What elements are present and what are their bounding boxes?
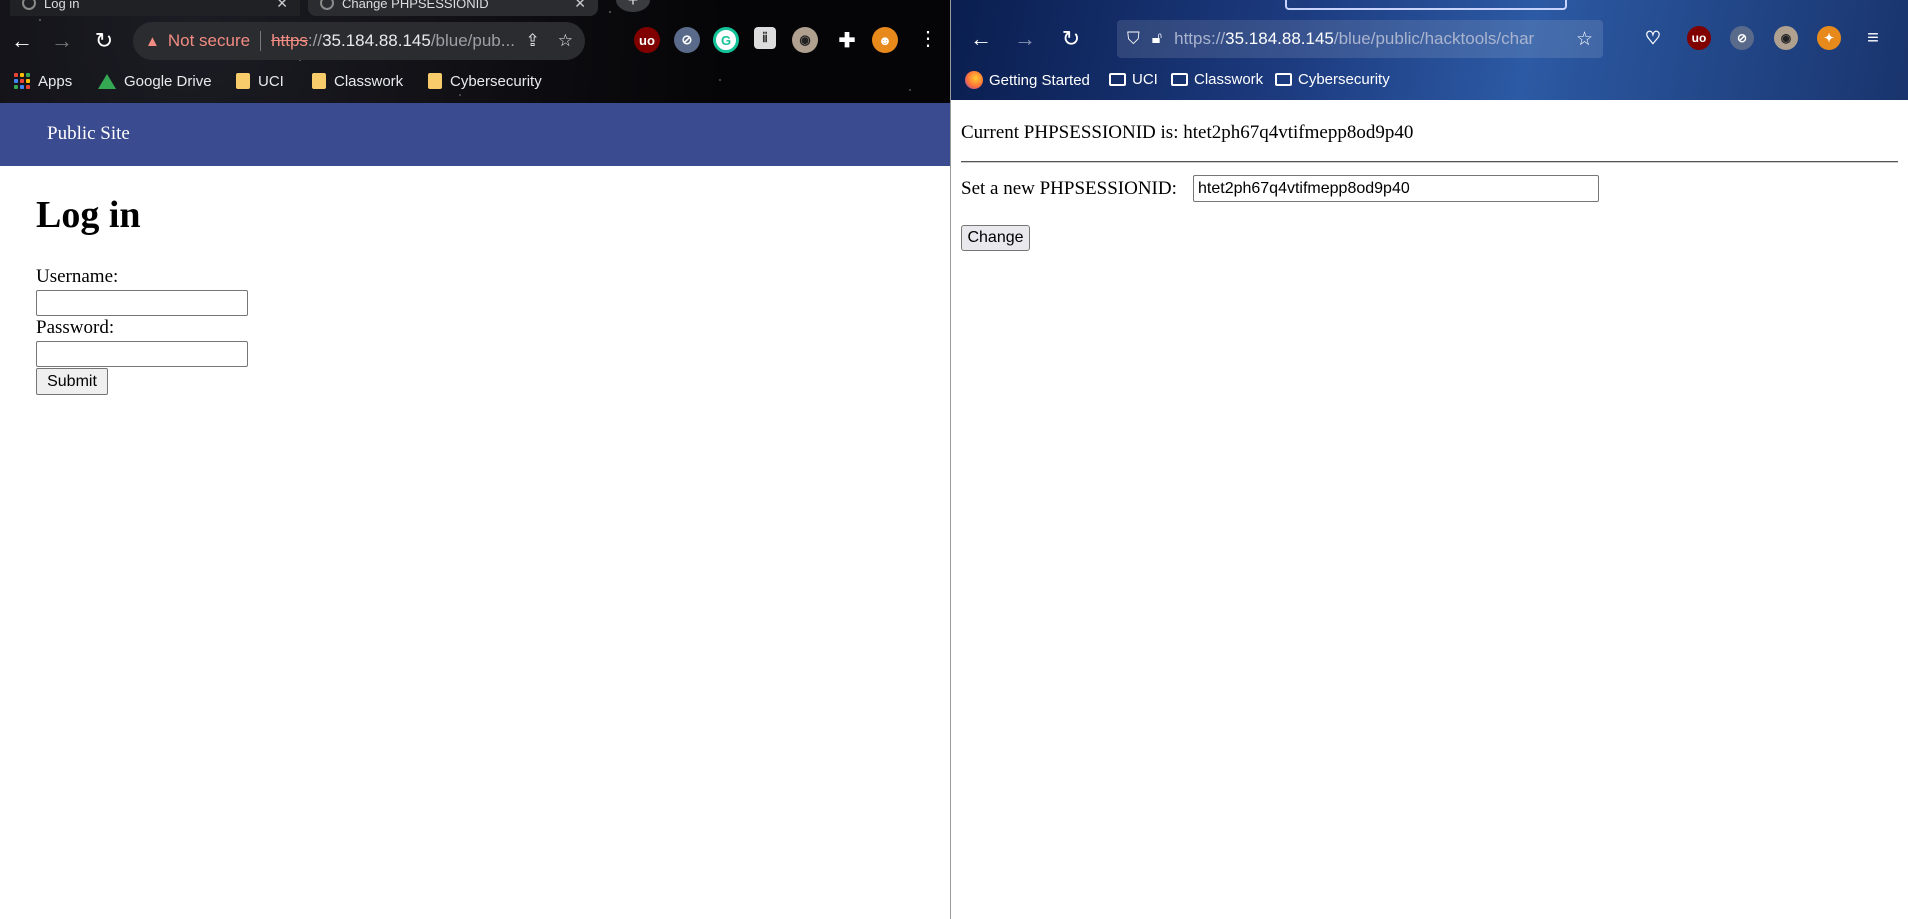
bookmark-label: Google Drive <box>124 72 212 90</box>
close-tab-icon[interactable]: ✕ <box>276 0 288 12</box>
folder-icon <box>1275 73 1292 86</box>
session-id-input[interactable] <box>1193 175 1599 202</box>
password-label: Password: <box>36 317 115 338</box>
pocket-icon[interactable]: ♡ <box>1641 26 1665 50</box>
current-session-label: Current PHPSESSIONID is: <box>961 122 1179 143</box>
bookmark-star-icon[interactable]: ☆ <box>1568 28 1593 51</box>
bookmark-classwork[interactable]: Classwork <box>312 68 403 94</box>
tracking-shield-icon[interactable]: ⛉ <box>1127 29 1140 49</box>
set-session-label: Set a new PHPSESSIONID: <box>961 178 1177 199</box>
privacy-icon[interactable]: ⊘ <box>674 27 700 53</box>
bookmark-uci[interactable]: UCI <box>236 68 284 94</box>
reload-icon[interactable]: ↻ <box>88 22 120 60</box>
site-name-link[interactable]: Public Site <box>47 123 130 145</box>
change-button[interactable]: Change <box>961 225 1030 251</box>
tab-icon[interactable]: ⅱ <box>754 27 776 49</box>
bookmark-label: Cybersecurity <box>450 72 542 90</box>
bookmark-cybersecurity[interactable]: Cybersecurity <box>428 68 542 94</box>
password-input[interactable] <box>36 341 248 367</box>
tab-favicon-icon <box>22 0 36 10</box>
url-protocol-rest: :// <box>307 31 323 50</box>
close-tab-icon[interactable]: ✕ <box>574 0 586 12</box>
back-arrow-icon[interactable]: ← <box>965 24 997 54</box>
forward-arrow-icon[interactable]: → <box>1009 24 1041 54</box>
url-protocol: https:// <box>1174 29 1226 48</box>
url-path: /blue/public/hacktools/char <box>1333 29 1535 48</box>
address-separator <box>260 31 262 51</box>
bookmark-label: Classwork <box>334 72 404 90</box>
bookmark-google-drive[interactable]: Google Drive <box>98 68 212 94</box>
warning-triangle-icon: ▲ <box>145 32 160 50</box>
chrome-window: Log in ✕ Change PHPSESSIONID ✕ + ← → ↻ ▲… <box>0 0 950 919</box>
tab-favicon-icon <box>320 0 334 10</box>
bookmark-getting-started[interactable]: Getting Started <box>965 71 1090 89</box>
bookmark-apps[interactable]: Apps <box>14 68 72 94</box>
bookmark-cybersecurity[interactable]: Cybersecurity <box>1275 71 1390 88</box>
active-tab-indicator[interactable] <box>1285 0 1567 10</box>
tab-change-phpsessionid[interactable]: Change PHPSESSIONID ✕ <box>308 0 598 16</box>
puzzle-icon[interactable]: ✚ <box>834 27 860 53</box>
bookmark-label: Cybersecurity <box>1298 71 1390 88</box>
ublock-icon[interactable]: uo <box>634 27 660 53</box>
bookmark-page-icon <box>236 73 250 89</box>
address-actions: ⇪ ☆ <box>526 31 574 51</box>
bookmark-label: UCI <box>1132 71 1158 88</box>
bookmark-page-icon <box>312 73 326 89</box>
firefox-toolbar: ← → ↻ ⛉ 🔓︎ https:// 35.184.88.145 /blue/… <box>951 0 1908 100</box>
horizontal-rule <box>961 161 1898 163</box>
username-label: Username: <box>36 266 119 287</box>
address-bar[interactable]: ⛉ 🔓︎ https:// 35.184.88.145 /blue/public… <box>1117 20 1603 58</box>
current-session-value: htet2ph67q4vtifmepp8od9p40 <box>1183 122 1414 143</box>
folder-icon <box>1171 73 1188 86</box>
bookmark-page-icon <box>428 73 442 89</box>
hamburger-menu-icon[interactable]: ≡ <box>1861 26 1885 50</box>
profile-avatar[interactable]: ☻ <box>872 27 898 53</box>
apps-grid-icon <box>14 73 30 89</box>
site-navbar: Public Site <box>0 103 950 166</box>
bookmark-star-icon[interactable]: ☆ <box>558 31 573 51</box>
current-session-line: Current PHPSESSIONID is: htet2ph67q4vtif… <box>961 122 1413 144</box>
privacy-icon[interactable]: ⊘ <box>1730 26 1754 50</box>
username-input[interactable] <box>36 290 248 316</box>
forward-arrow-icon[interactable]: → <box>46 22 78 60</box>
bookmark-label: UCI <box>258 72 284 90</box>
firefox-logo-icon <box>965 71 983 89</box>
chrome-menu-icon[interactable]: ⋮ <box>918 26 938 51</box>
url-host: 35.184.88.145 <box>1225 29 1334 48</box>
fox-extension-icon[interactable]: ✦ <box>1817 26 1841 50</box>
owl-icon[interactable]: ◉ <box>1774 26 1798 50</box>
chrome-toolbar: Log in ✕ Change PHPSESSIONID ✕ + ← → ↻ ▲… <box>0 0 950 103</box>
not-secure-label: Not secure <box>167 31 251 50</box>
back-arrow-icon[interactable]: ← <box>6 22 38 60</box>
url-path: /blue/pub... <box>430 31 515 50</box>
lock-icon[interactable]: 🔓︎ <box>1152 30 1162 48</box>
ublock-icon[interactable]: uo <box>1687 26 1711 50</box>
address-bar[interactable]: ▲ Not secure https :// 35.184.88.145 /bl… <box>133 22 585 60</box>
tab-log-in[interactable]: Log in ✕ <box>10 0 300 16</box>
bookmark-uci[interactable]: UCI <box>1109 71 1158 88</box>
grammarly-icon[interactable]: G <box>713 27 739 53</box>
url-host: 35.184.88.145 <box>322 31 431 50</box>
reload-icon[interactable]: ↻ <box>1055 24 1087 54</box>
bookmark-classwork[interactable]: Classwork <box>1171 71 1263 88</box>
tab-label: Change PHPSESSIONID <box>342 0 489 11</box>
page-title: Log in <box>36 194 141 236</box>
firefox-window: ← → ↻ ⛉ 🔓︎ https:// 35.184.88.145 /blue/… <box>951 0 1908 919</box>
google-drive-icon <box>98 73 116 89</box>
folder-icon <box>1109 73 1126 86</box>
share-icon[interactable]: ⇪ <box>526 31 540 51</box>
bookmark-label: Classwork <box>1194 71 1264 88</box>
bookmark-label: Getting Started <box>989 71 1090 89</box>
tab-label: Log in <box>44 0 80 11</box>
submit-button[interactable]: Submit <box>36 368 108 395</box>
url-protocol: https <box>271 31 308 50</box>
owl-icon[interactable]: ◉ <box>792 27 818 53</box>
bookmark-label: Apps <box>38 72 73 90</box>
